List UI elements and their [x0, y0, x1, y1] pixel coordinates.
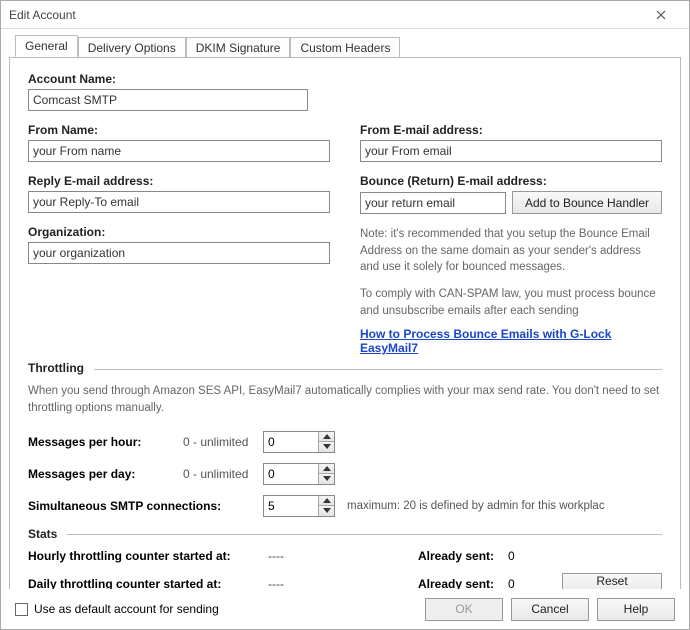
- msgs-per-day-spinner[interactable]: [263, 463, 335, 485]
- msgs-per-day-label: Messages per day:: [28, 467, 183, 481]
- smtp-conn-input[interactable]: [264, 496, 318, 516]
- bounce-email-label: Bounce (Return) E-mail address:: [360, 174, 662, 188]
- hourly-already-sent: 0: [508, 549, 515, 563]
- cancel-button[interactable]: Cancel: [511, 598, 589, 621]
- smtp-conn-max-note: maximum: 20 is defined by admin for this…: [347, 500, 605, 512]
- help-button[interactable]: Help: [597, 598, 675, 621]
- add-bounce-handler-button[interactable]: Add to Bounce Handler: [512, 191, 662, 214]
- chevron-up-icon[interactable]: [319, 432, 334, 442]
- bounce-help-link[interactable]: How to Process Bounce Emails with G-Lock…: [360, 327, 611, 355]
- tab-dkim-signature[interactable]: DKIM Signature: [186, 37, 291, 58]
- from-email-input[interactable]: [360, 140, 662, 162]
- close-icon[interactable]: [641, 1, 681, 29]
- smtp-conn-label: Simultaneous SMTP connections:: [28, 499, 263, 513]
- from-name-input[interactable]: [28, 140, 330, 162]
- hourly-counter-value: ----: [268, 549, 418, 563]
- tab-page-general: Account Name: From Name: Reply E-mail ad…: [9, 57, 681, 619]
- organization-input[interactable]: [28, 242, 330, 264]
- tabstrip: General Delivery Options DKIM Signature …: [15, 35, 681, 57]
- organization-label: Organization:: [28, 225, 330, 239]
- already-sent-label: Already sent:: [418, 549, 508, 563]
- chevron-up-icon[interactable]: [319, 496, 334, 506]
- titlebar: Edit Account: [1, 1, 689, 29]
- throttling-section-title: Throttling: [28, 361, 90, 375]
- chevron-up-icon[interactable]: [319, 464, 334, 474]
- chevron-down-icon[interactable]: [319, 441, 334, 452]
- dialog-footer: Use as default account for sending OK Ca…: [1, 589, 689, 629]
- msgs-per-hour-input[interactable]: [264, 432, 318, 452]
- account-name-label: Account Name:: [28, 72, 308, 86]
- divider: [67, 534, 662, 535]
- msgs-per-hour-label: Messages per hour:: [28, 435, 183, 449]
- msgs-per-day-input[interactable]: [264, 464, 318, 484]
- reply-email-label: Reply E-mail address:: [28, 174, 330, 188]
- ok-button[interactable]: OK: [425, 598, 503, 621]
- tab-delivery-options[interactable]: Delivery Options: [78, 37, 186, 58]
- smtp-conn-spinner[interactable]: [263, 495, 335, 517]
- tab-custom-headers[interactable]: Custom Headers: [290, 37, 400, 58]
- bounce-note-1: Note: it's recommended that you setup th…: [360, 226, 662, 276]
- from-email-label: From E-mail address:: [360, 123, 662, 137]
- window-title: Edit Account: [9, 8, 76, 22]
- divider: [94, 369, 662, 370]
- bounce-note-2: To comply with CAN-SPAM law, you must pr…: [360, 286, 662, 319]
- chevron-down-icon[interactable]: [319, 505, 334, 516]
- reply-email-input[interactable]: [28, 191, 330, 213]
- msgs-per-hour-spinner[interactable]: [263, 431, 335, 453]
- stats-section-title: Stats: [28, 527, 63, 541]
- account-name-input[interactable]: [28, 89, 308, 111]
- chevron-down-icon[interactable]: [319, 473, 334, 484]
- from-name-label: From Name:: [28, 123, 330, 137]
- throttling-note: When you send through Amazon SES API, Ea…: [28, 383, 662, 416]
- tab-general[interactable]: General: [15, 35, 78, 57]
- msgs-per-hour-hint: 0 - unlimited: [183, 435, 263, 449]
- default-account-label: Use as default account for sending: [34, 602, 219, 616]
- bounce-email-input[interactable]: [360, 192, 506, 214]
- hourly-counter-label: Hourly throttling counter started at:: [28, 549, 268, 563]
- msgs-per-day-hint: 0 - unlimited: [183, 467, 263, 481]
- default-account-checkbox[interactable]: [15, 603, 28, 616]
